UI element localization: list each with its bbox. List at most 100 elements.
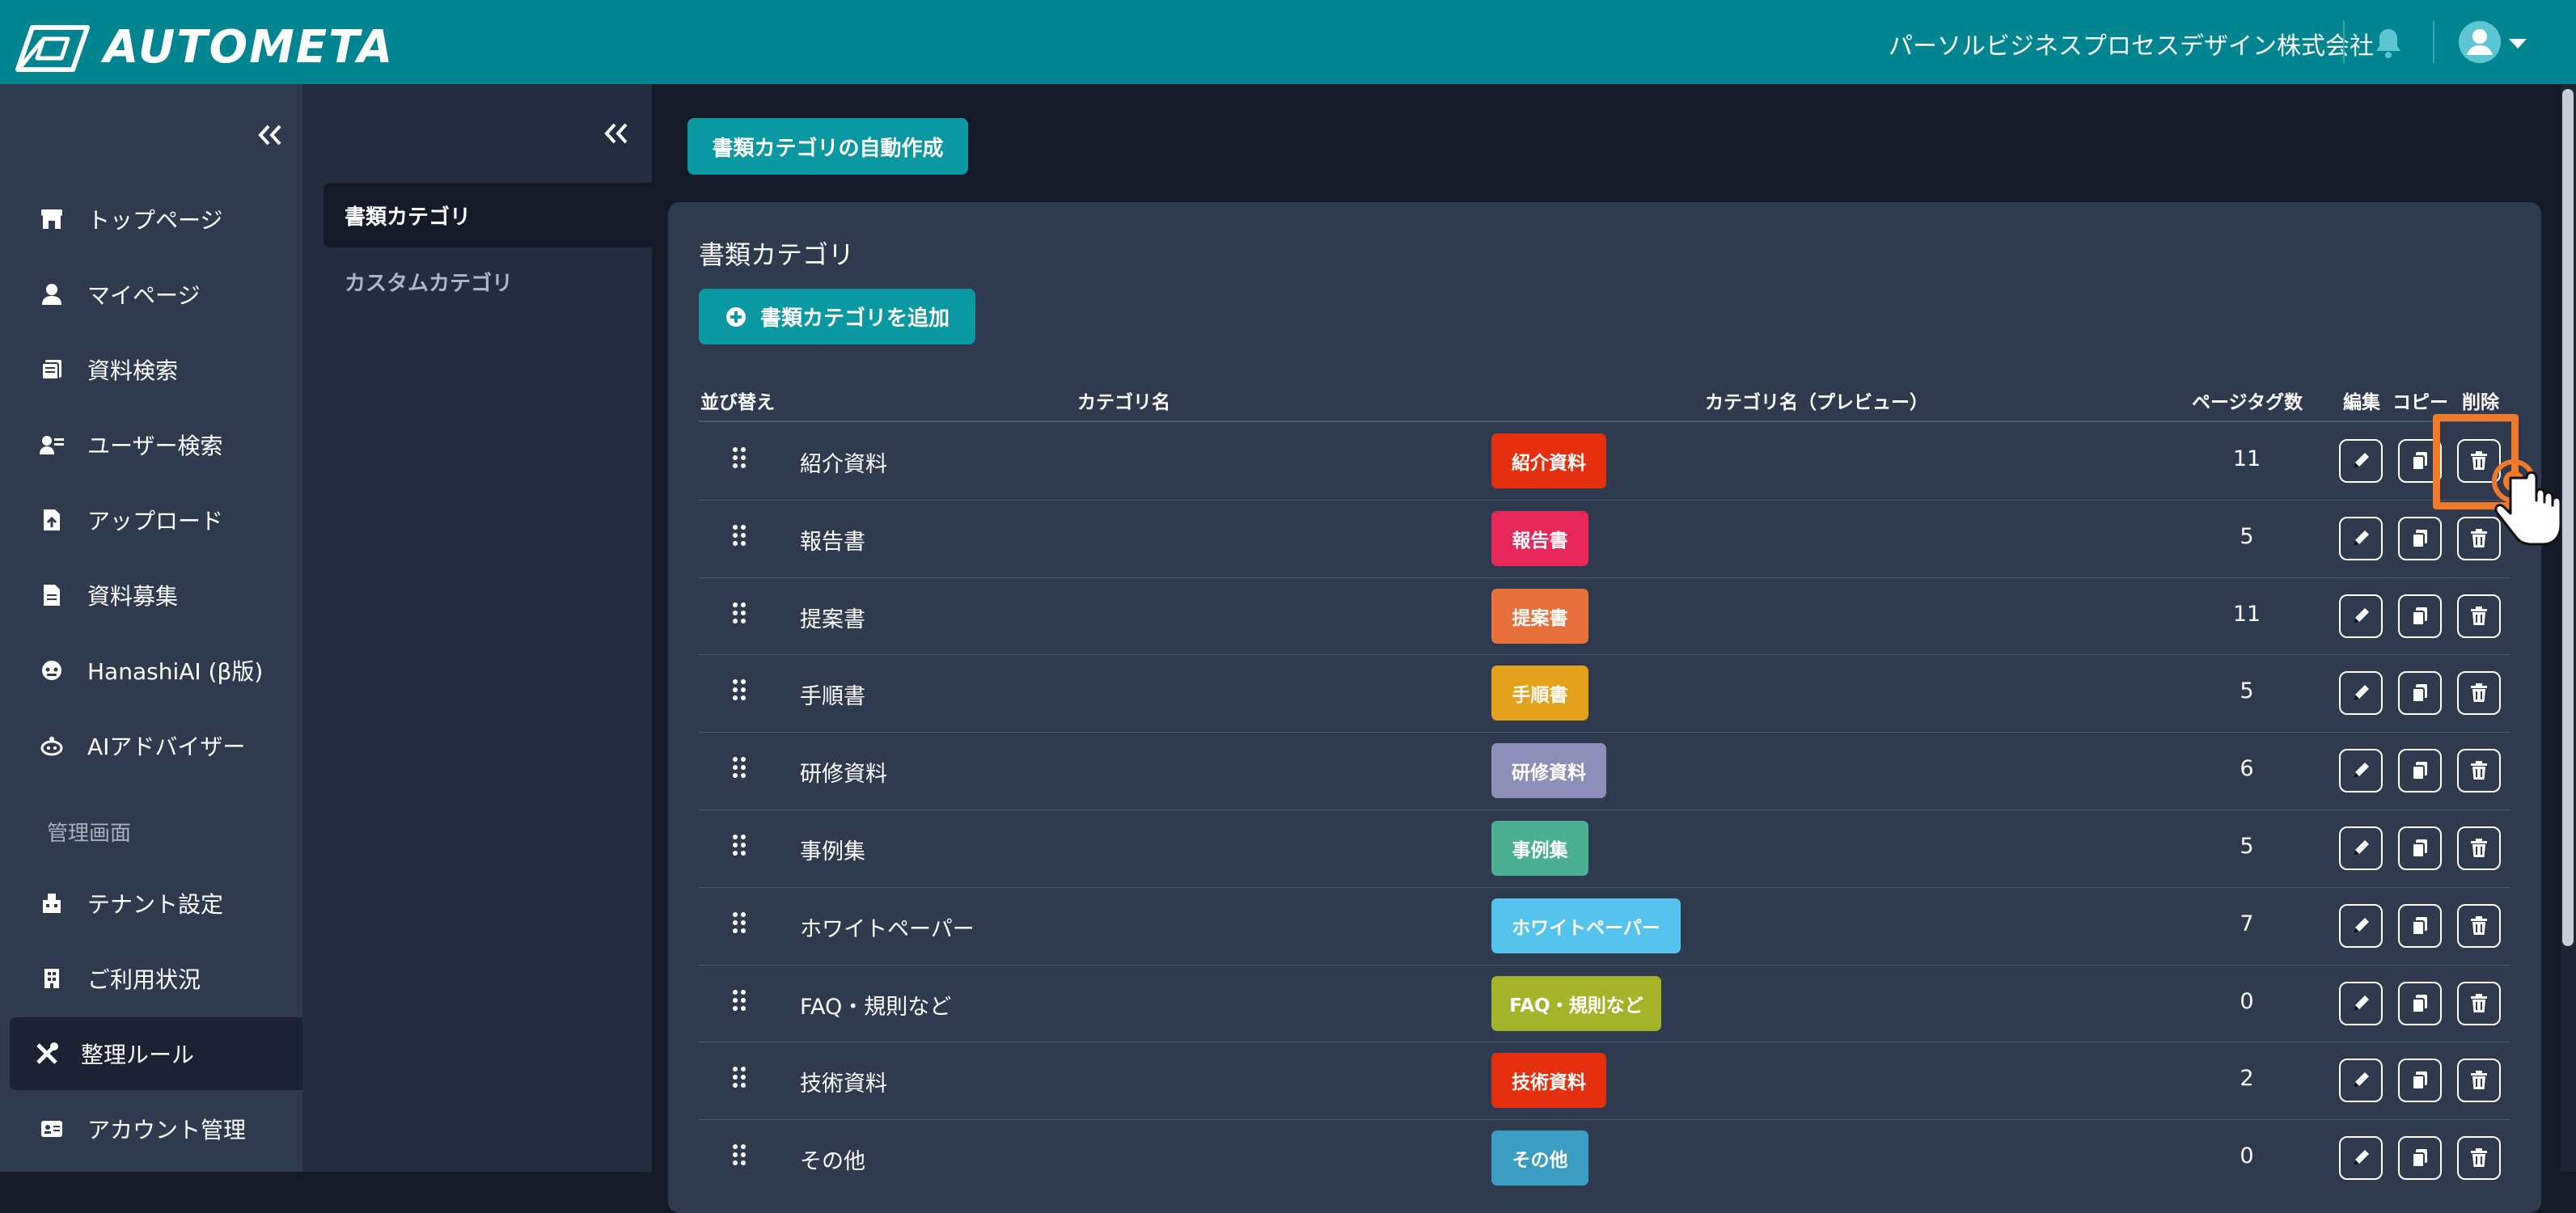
copy-button[interactable]: [2398, 826, 2442, 870]
edit-button[interactable]: [2339, 516, 2383, 560]
category-name: 研修資料: [800, 762, 887, 788]
column-header-page-tags: ページタグ数: [2192, 392, 2303, 413]
copy-button[interactable]: [2398, 594, 2442, 638]
delete-button[interactable]: [2457, 671, 2501, 716]
sidebar-item-hanashiai[interactable]: HanashiAI (β版): [10, 634, 302, 707]
delete-button[interactable]: [2457, 1059, 2501, 1103]
copy-icon: [2409, 683, 2430, 704]
delete-button[interactable]: [2457, 826, 2501, 870]
plus-circle-icon: [725, 306, 746, 327]
drag-handle-icon[interactable]: [731, 1143, 747, 1166]
auto-create-category-label: 書類カテゴリの自動作成: [712, 136, 944, 161]
subnav-item-label: 書類カテゴリ: [345, 205, 472, 230]
document-search-icon: [37, 355, 66, 384]
auto-create-category-button[interactable]: 書類カテゴリの自動作成: [687, 118, 968, 175]
edit-button[interactable]: [2339, 981, 2383, 1025]
edit-button[interactable]: [2339, 671, 2383, 716]
subnav-item-custom-category[interactable]: カスタムカテゴリ: [324, 249, 652, 314]
store-icon: [37, 205, 66, 234]
sidebar-item-upload[interactable]: アップロード: [10, 484, 302, 556]
office-icon: [37, 964, 66, 993]
copy-button[interactable]: [2398, 671, 2442, 716]
scrollbar-thumb[interactable]: [2562, 89, 2574, 946]
category-preview-tag: FAQ・規則など: [1491, 975, 1661, 1031]
sidebar-item-tenant-settings[interactable]: テナント設定: [10, 867, 302, 940]
row-divider: [699, 887, 2510, 888]
copy-icon: [2409, 1070, 2430, 1091]
sidebar-item-ai-advisor[interactable]: AIアドバイザー: [10, 709, 302, 782]
drag-handle-icon[interactable]: [731, 989, 747, 1012]
edit-button[interactable]: [2339, 749, 2383, 793]
sidebar-item-recruit[interactable]: 資料募集: [10, 559, 302, 632]
copy-icon: [2409, 1147, 2430, 1169]
trash-icon: [2468, 606, 2489, 627]
category-preview-tag: 技術資料: [1491, 1053, 1606, 1109]
header-divider-line: [699, 421, 2510, 422]
drag-handle-icon[interactable]: [731, 602, 747, 624]
category-name: 事例集: [800, 839, 865, 864]
copy-button[interactable]: [2398, 903, 2442, 948]
sidebar-item-label: ご利用状況: [87, 966, 201, 993]
sidebar-item-mypage[interactable]: マイページ: [10, 258, 302, 331]
chevron-down-icon[interactable]: [2507, 36, 2528, 52]
edit-button[interactable]: [2339, 1059, 2383, 1103]
delete-button[interactable]: [2457, 749, 2501, 793]
double-chevron-left-icon[interactable]: [602, 120, 629, 147]
category-name: ホワイトペーパー: [800, 916, 975, 942]
file-upload-icon: [37, 505, 66, 535]
person-icon: [37, 280, 66, 309]
app-logo[interactable]: AUTOMETA: [15, 21, 394, 74]
pencil-icon: [2350, 1147, 2371, 1169]
pencil-icon: [2350, 760, 2371, 781]
sidebar-item-usage[interactable]: ご利用状況: [10, 942, 302, 1015]
delete-button[interactable]: [2457, 1136, 2501, 1181]
copy-button[interactable]: [2398, 749, 2442, 793]
drag-handle-icon[interactable]: [731, 1066, 747, 1088]
bell-icon[interactable]: [2370, 24, 2407, 61]
robot-icon: [37, 731, 66, 760]
category-preview-tag: 提案書: [1491, 588, 1588, 644]
pencil-icon: [2350, 606, 2371, 627]
double-chevron-left-icon[interactable]: [256, 121, 283, 149]
delete-button[interactable]: [2457, 594, 2501, 638]
pencil-icon: [2350, 915, 2371, 936]
copy-icon: [2409, 915, 2430, 936]
subnav-item-document-category[interactable]: 書類カテゴリ: [324, 183, 652, 247]
user-avatar-icon[interactable]: [2457, 19, 2506, 65]
edit-button[interactable]: [2339, 1136, 2383, 1181]
trash-icon: [2468, 1147, 2489, 1169]
copy-button[interactable]: [2398, 1059, 2442, 1103]
building-icon: [37, 889, 66, 918]
sidebar-item-user-search[interactable]: ユーザー検索: [10, 408, 302, 481]
add-category-button[interactable]: 書類カテゴリを追加: [699, 289, 975, 344]
edit-button[interactable]: [2339, 903, 2383, 948]
pencil-icon: [2350, 1070, 2371, 1091]
category-name: 手順書: [800, 684, 865, 710]
delete-button[interactable]: [2457, 981, 2501, 1025]
category-preview-tag: 研修資料: [1491, 743, 1606, 799]
sidebar-item-document-search[interactable]: 資料検索: [10, 333, 302, 406]
company-name: パーソルビジネスプロセスデザイン株式会社: [1889, 32, 2374, 61]
edit-button[interactable]: [2339, 594, 2383, 638]
edit-button[interactable]: [2339, 826, 2383, 870]
copy-button[interactable]: [2398, 516, 2442, 560]
user-search-icon: [37, 430, 66, 459]
hand-cursor-icon: [2492, 459, 2562, 546]
logo-mark-icon: [15, 24, 90, 72]
page-tag-count: 0: [2240, 1143, 2254, 1169]
delete-button[interactable]: [2457, 903, 2501, 948]
drag-handle-icon[interactable]: [731, 446, 747, 469]
sidebar-item-account-management[interactable]: アカウント管理: [10, 1093, 302, 1165]
sidebar-item-organize-rules[interactable]: 整理ルール: [10, 1017, 302, 1090]
drag-handle-icon[interactable]: [731, 678, 747, 701]
drag-handle-icon[interactable]: [731, 911, 747, 934]
copy-button[interactable]: [2398, 981, 2442, 1025]
pencil-icon: [2350, 838, 2371, 859]
sidebar-item-top[interactable]: トップページ: [10, 183, 302, 256]
drag-handle-icon[interactable]: [731, 756, 747, 779]
page-tag-count: 5: [2240, 678, 2254, 704]
copy-button[interactable]: [2398, 1136, 2442, 1181]
drag-handle-icon[interactable]: [731, 834, 747, 856]
edit-button[interactable]: [2339, 438, 2383, 483]
drag-handle-icon[interactable]: [731, 524, 747, 547]
